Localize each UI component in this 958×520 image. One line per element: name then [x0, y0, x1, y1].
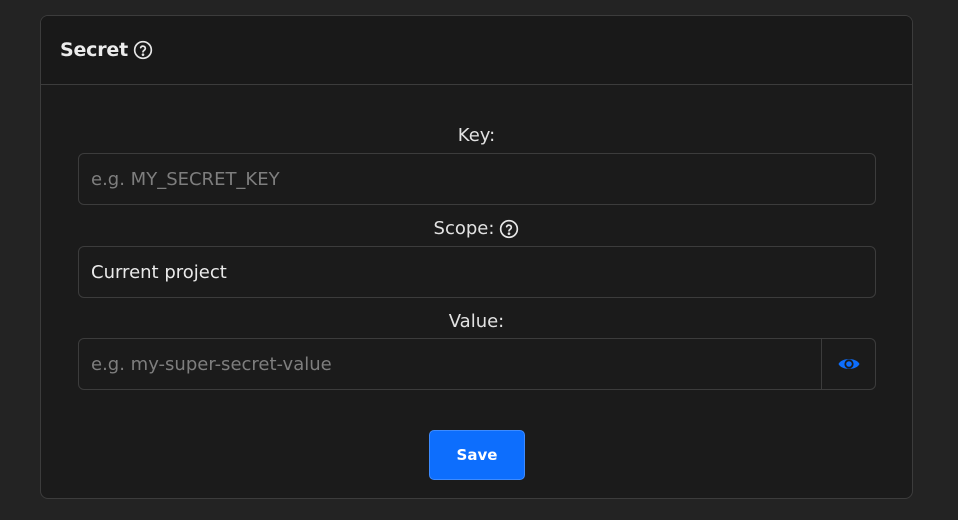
key-field[interactable]: [78, 153, 876, 205]
scope-select[interactable]: Current project: [78, 246, 876, 298]
scope-selected-value: Current project: [91, 261, 227, 283]
key-label: Key:: [41, 125, 912, 146]
card-title: Secret: [60, 39, 128, 61]
save-button[interactable]: Save: [429, 430, 525, 480]
scope-label: Scope:: [41, 218, 912, 239]
key-label-text: Key:: [457, 125, 496, 146]
eye-icon: [838, 359, 859, 369]
scope-label-text: Scope:: [433, 218, 495, 239]
secret-card: Secret Key: Scope:: [40, 15, 913, 499]
value-input[interactable]: [79, 339, 821, 389]
toggle-visibility-button[interactable]: [821, 339, 875, 389]
value-label: Value:: [41, 311, 912, 332]
value-field[interactable]: [78, 338, 876, 390]
value-label-text: Value:: [448, 311, 505, 332]
help-circle-icon[interactable]: [133, 40, 153, 60]
key-input[interactable]: [79, 154, 875, 204]
card-header: Secret: [41, 16, 912, 85]
help-circle-icon[interactable]: [499, 219, 519, 239]
